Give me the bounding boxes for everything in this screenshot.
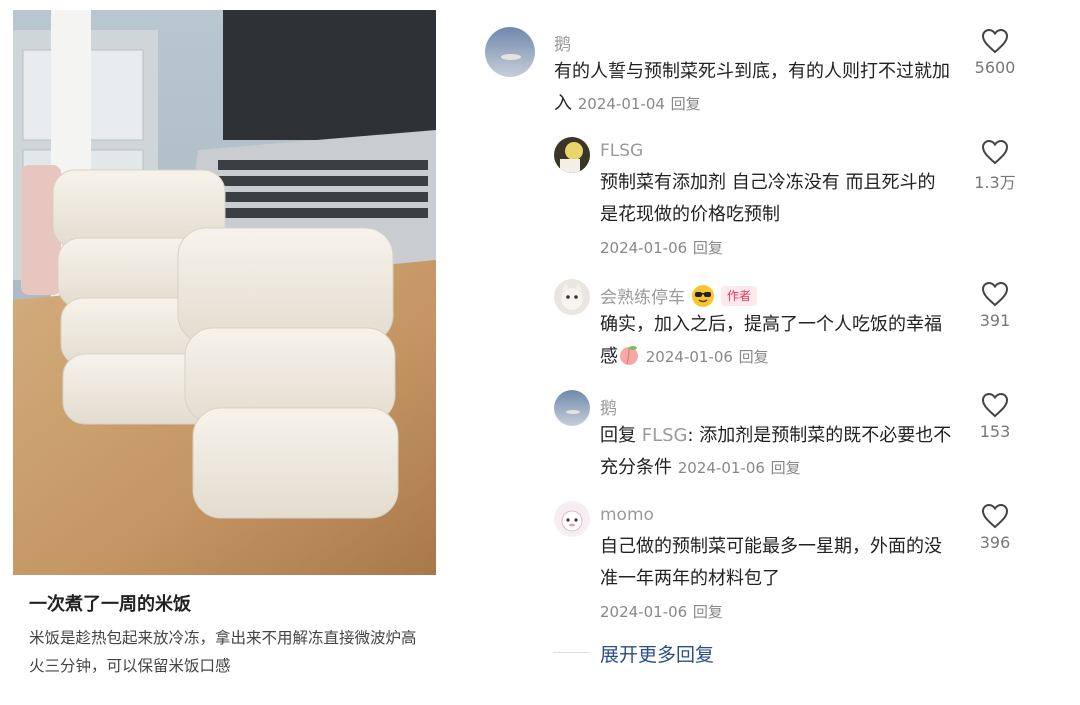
comment-date: 2024-01-04	[577, 95, 665, 113]
comment-meta: 2024-01-06 回复	[600, 232, 723, 264]
like-button[interactable]: 5600	[965, 28, 1025, 77]
mention-link[interactable]: FLSG	[642, 425, 688, 446]
like-button[interactable]: 391	[965, 281, 1025, 330]
post-photo[interactable]	[13, 10, 436, 575]
heart-outline-icon	[981, 139, 1009, 165]
avatar[interactable]	[485, 27, 535, 77]
heart-outline-icon	[981, 281, 1009, 307]
comment-date: 2024-01-06	[645, 348, 733, 366]
reply-button[interactable]: 回复	[693, 603, 723, 621]
peach-emoji-icon	[620, 346, 638, 365]
expand-more-replies-button[interactable]: 展开更多回复	[600, 640, 714, 667]
comment-author[interactable]: momo	[600, 505, 654, 525]
like-button[interactable]: 153	[965, 392, 1025, 441]
avatar[interactable]	[554, 137, 590, 173]
comment-text: 自己做的预制菜可能最多一星期，外面的没准一年两年的材料包了	[600, 536, 942, 589]
like-button[interactable]: 396	[965, 503, 1025, 552]
avatar[interactable]	[554, 501, 590, 537]
avatar[interactable]	[554, 390, 590, 426]
comment-author[interactable]: 会熟练停车 作者	[600, 283, 758, 308]
like-count: 1.3万	[974, 173, 1016, 192]
comment-text: 确实，加入之后，提高了一个人吃饭的幸福感 2024-01-06 回复	[600, 314, 942, 367]
comment-author[interactable]: 鹅	[554, 30, 571, 55]
sunglasses-emoji-icon	[692, 284, 714, 307]
reply-button[interactable]: 回复	[739, 348, 769, 366]
like-count: 391	[979, 311, 1011, 330]
avatar[interactable]	[554, 279, 590, 315]
heart-outline-icon	[981, 392, 1009, 418]
heart-outline-icon	[981, 503, 1009, 529]
like-button[interactable]: 1.3万	[965, 139, 1025, 193]
like-count: 153	[979, 422, 1011, 441]
comment-date: 2024-01-06	[600, 239, 688, 257]
like-count: 5600	[974, 58, 1016, 77]
post-title: 一次煮了一周的米饭	[29, 594, 191, 615]
comment-author[interactable]: 鹅	[600, 394, 617, 419]
comment-date: 2024-01-06	[677, 459, 765, 477]
author-badge: 作者	[721, 285, 758, 306]
reply-button[interactable]: 回复	[671, 95, 701, 113]
comment-author[interactable]: FLSG	[600, 141, 643, 161]
comment-meta: 2024-01-06 回复	[600, 596, 723, 628]
like-count: 396	[979, 533, 1011, 552]
reply-button[interactable]: 回复	[693, 239, 723, 257]
post-description: 米饭是趁热包起来放冷冻，拿出来不用解冻直接微波炉高火三分钟，可以保留米饭口感	[29, 629, 417, 675]
comment-text: 预制菜有添加剂 自己冷冻没有 而且死斗的是花现做的价格吃预制	[600, 172, 936, 225]
comment-text: 回复 FLSG: 添加剂是预制菜的既不必要也不充分条件 2024-01-06 回…	[600, 425, 952, 478]
heart-outline-icon	[981, 28, 1009, 54]
divider	[553, 652, 589, 653]
comment-text: 有的人誓与预制菜死斗到底，有的人则打不过就加入 2024-01-04 回复	[554, 61, 950, 114]
reply-button[interactable]: 回复	[771, 459, 801, 477]
comment-date: 2024-01-06	[600, 603, 688, 621]
